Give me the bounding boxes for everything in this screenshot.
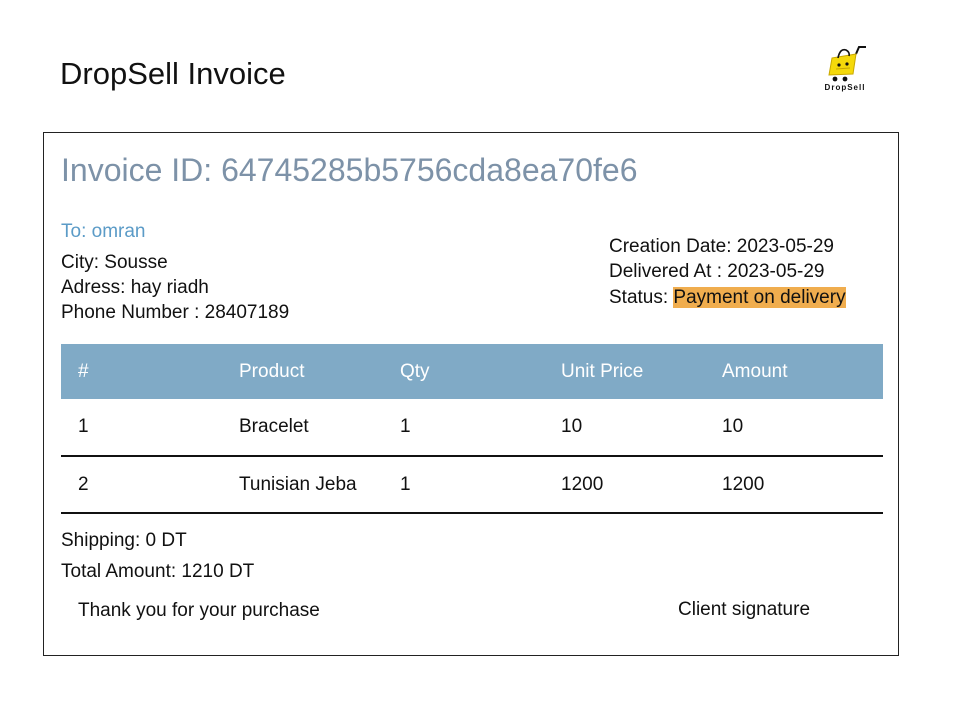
order-status: Status: Payment on delivery xyxy=(609,287,846,309)
cell-number: 2 xyxy=(61,456,222,514)
logo-text: DropSell xyxy=(824,83,866,92)
column-header-qty: Qty xyxy=(383,344,544,399)
table-header-row: # Product Qty Unit Price Amount xyxy=(61,344,883,399)
cell-qty: 1 xyxy=(383,399,544,457)
shopping-bag-cart-icon xyxy=(828,46,866,82)
cell-product: Bracelet xyxy=(222,399,383,457)
column-header-product: Product xyxy=(222,344,383,399)
cell-amount: 10 xyxy=(705,399,883,457)
total-amount: Total Amount: 1210 DT xyxy=(61,561,255,582)
table-row: 2 Tunisian Jeba 1 1200 1200 xyxy=(61,456,883,514)
recipient-name: To: omran xyxy=(61,221,146,242)
shipping-cost: Shipping: 0 DT xyxy=(61,530,187,551)
cell-unit-price: 1200 xyxy=(544,456,705,514)
status-label: Status: xyxy=(609,287,674,308)
cell-qty: 1 xyxy=(383,456,544,514)
items-table: # Product Qty Unit Price Amount 1 Bracel… xyxy=(61,344,883,514)
invoice-card: Invoice ID: 64745285b5756cda8ea70fe6 To:… xyxy=(43,132,899,656)
client-city: City: Sousse xyxy=(61,252,168,273)
column-header-number: # xyxy=(61,344,222,399)
cell-number: 1 xyxy=(61,399,222,457)
status-badge: Payment on delivery xyxy=(673,287,846,308)
dropsell-logo: DropSell xyxy=(814,44,876,96)
client-signature-label: Client signature xyxy=(678,599,811,620)
page-title: DropSell Invoice xyxy=(60,56,286,91)
column-header-unit-price: Unit Price xyxy=(544,344,705,399)
cell-product: Tunisian Jeba xyxy=(222,456,383,514)
invoice-id: Invoice ID: 64745285b5756cda8ea70fe6 xyxy=(61,152,638,188)
table-row: 1 Bracelet 1 10 10 xyxy=(61,399,883,457)
creation-date: Creation Date: 2023-05-29 xyxy=(609,236,834,257)
cell-amount: 1200 xyxy=(705,456,883,514)
delivered-date: Delivered At : 2023-05-29 xyxy=(609,261,825,282)
column-header-amount: Amount xyxy=(705,344,883,399)
thank-you-note: Thank you for your purchase xyxy=(78,600,320,621)
cell-unit-price: 10 xyxy=(544,399,705,457)
client-address: Adress: hay riadh xyxy=(61,277,209,298)
client-phone: Phone Number : 28407189 xyxy=(61,302,290,323)
